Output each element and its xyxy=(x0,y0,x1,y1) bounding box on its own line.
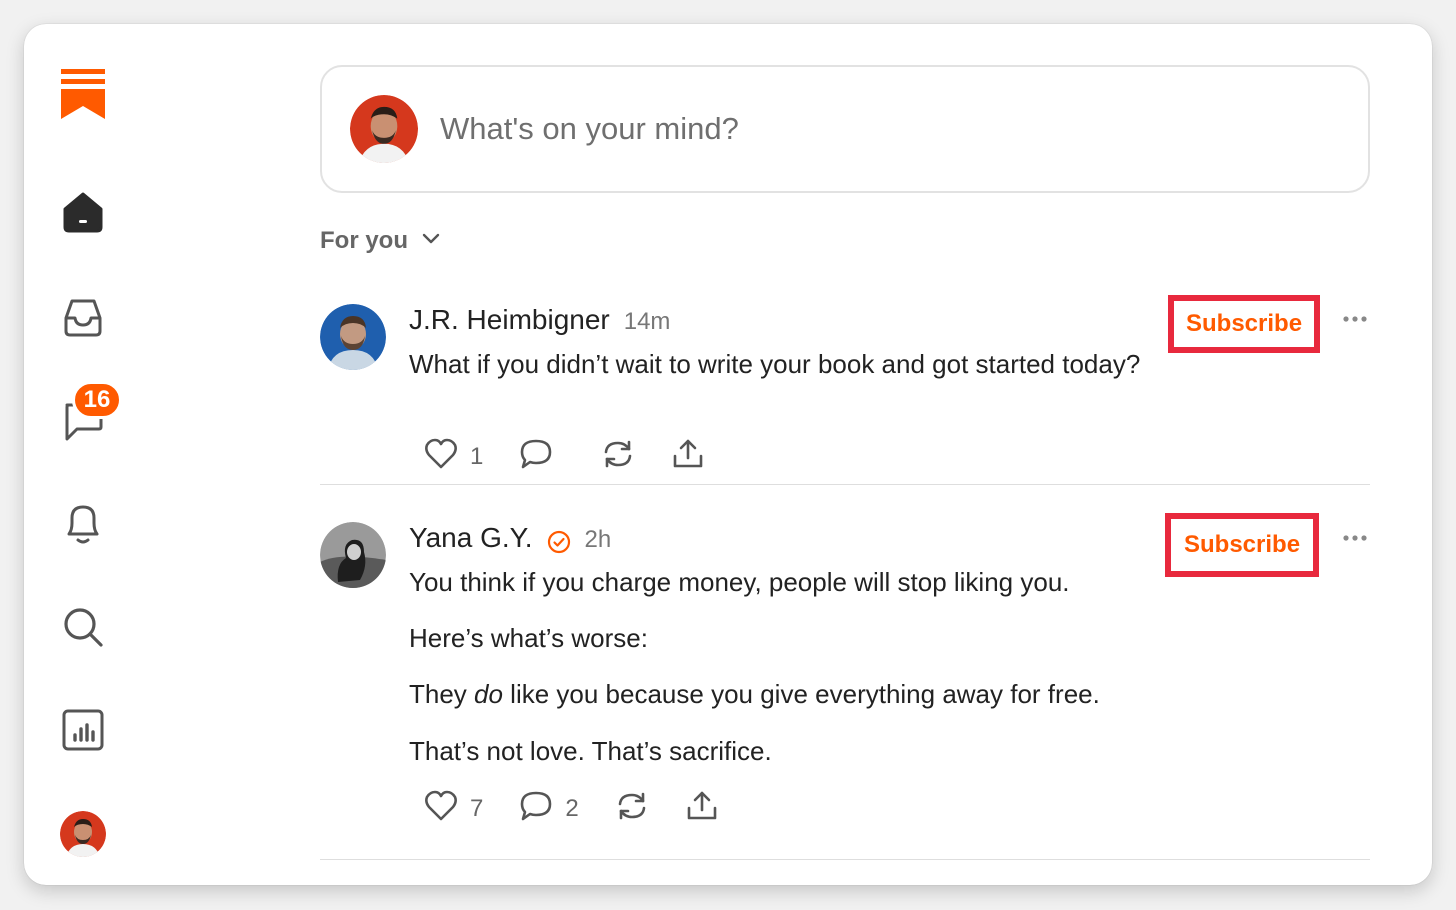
app-window: 16 What's on your mind? For you J.R. Hei… xyxy=(24,24,1432,885)
comment-icon xyxy=(519,438,553,475)
restack-button[interactable] xyxy=(601,438,635,475)
post-text-segment: They xyxy=(409,679,475,710)
share-button[interactable] xyxy=(685,790,719,827)
like-button[interactable]: 7 xyxy=(424,790,483,827)
comment-count: 2 xyxy=(565,794,579,822)
feed-filter-label: For you xyxy=(320,227,408,254)
sidebar-item-profile[interactable] xyxy=(60,811,106,857)
feed-filter-dropdown[interactable]: For you xyxy=(320,227,440,255)
avatar xyxy=(320,522,386,588)
composer-input[interactable] xyxy=(440,111,1368,147)
post-text-segment: like you because you give everything awa… xyxy=(502,679,1100,710)
inbox-icon xyxy=(61,296,105,338)
share-icon xyxy=(671,438,705,475)
post-divider xyxy=(320,484,1370,485)
post-time: 14m xyxy=(623,308,671,335)
heart-icon xyxy=(424,790,458,827)
post-time: 2h xyxy=(584,526,612,553)
share-icon xyxy=(685,790,719,827)
more-options-icon[interactable] xyxy=(1342,529,1368,547)
bar-chart-icon xyxy=(61,708,105,752)
share-button[interactable] xyxy=(671,438,705,475)
author-name[interactable]: Yana G.Y. xyxy=(409,522,533,554)
heart-icon xyxy=(424,438,458,475)
verified-badge-icon xyxy=(547,530,571,554)
sidebar-item-notifications[interactable] xyxy=(60,501,106,547)
chevron-down-icon xyxy=(422,232,440,250)
refresh-icon xyxy=(615,790,649,827)
post-paragraph: What if you didn’t wait to write your bo… xyxy=(409,349,1141,379)
sidebar-item-home[interactable] xyxy=(60,189,106,235)
post-text-emphasis: do xyxy=(474,679,503,710)
author-avatar[interactable] xyxy=(320,522,386,588)
more-options-icon[interactable] xyxy=(1342,310,1368,328)
avatar xyxy=(320,304,386,370)
chat-unread-badge: 16 xyxy=(72,381,122,419)
comment-button[interactable]: 2 xyxy=(519,790,579,827)
author-avatar[interactable] xyxy=(320,304,386,370)
post-actions: 7 2 xyxy=(424,790,755,827)
post-actions: 1 xyxy=(424,438,741,475)
subscribe-button[interactable]: Subscribe xyxy=(1165,513,1320,577)
like-count: 1 xyxy=(470,442,484,470)
like-count: 7 xyxy=(470,794,484,822)
post-text: You think if you charge money, people wi… xyxy=(409,567,1370,767)
avatar xyxy=(60,811,106,857)
post-paragraph: That’s not love. That’s sacrifice. xyxy=(409,735,772,766)
subscribe-button[interactable]: Subscribe xyxy=(1168,295,1321,353)
home-icon xyxy=(61,191,105,233)
sidebar-item-stats[interactable] xyxy=(60,707,106,753)
sidebar-item-search[interactable] xyxy=(60,604,106,650)
post-paragraph: Here’s what’s worse: xyxy=(409,623,648,654)
post-divider xyxy=(320,859,1370,860)
search-icon xyxy=(61,605,105,649)
comment-icon xyxy=(519,790,553,827)
bell-icon xyxy=(61,501,105,547)
substack-logo-icon[interactable] xyxy=(60,68,106,122)
avatar xyxy=(350,95,418,163)
author-name[interactable]: J.R. Heimbigner xyxy=(409,304,610,336)
restack-button[interactable] xyxy=(615,790,649,827)
like-button[interactable]: 1 xyxy=(424,438,483,475)
post-text: What if you didn’t wait to write your bo… xyxy=(409,349,1370,380)
refresh-icon xyxy=(601,438,635,475)
sidebar: 16 xyxy=(24,24,144,885)
comment-button[interactable] xyxy=(519,438,565,475)
post-paragraph: They do like you because you give everyt… xyxy=(409,679,1370,710)
composer-avatar xyxy=(350,95,418,163)
post-composer[interactable] xyxy=(320,65,1370,193)
sidebar-item-inbox[interactable] xyxy=(60,294,106,340)
